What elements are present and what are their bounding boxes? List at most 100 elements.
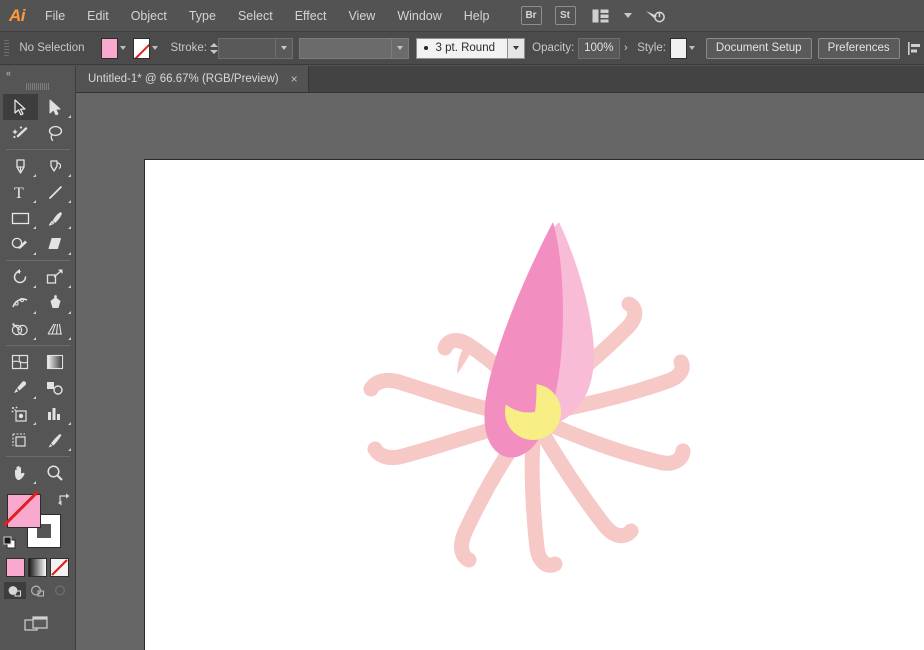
tool-group-corner-icon [68,200,71,203]
document-setup-button[interactable]: Document Setup [706,38,812,59]
paintbrush-tool[interactable] [38,205,73,231]
none-mode-button[interactable] [50,558,69,577]
tool-group-corner-icon [33,422,36,425]
draw-inside-button[interactable] [50,582,72,599]
mesh-tool[interactable] [3,349,38,375]
eyedropper-tool[interactable] [3,375,38,401]
line-segment-tool[interactable] [38,179,73,205]
hand-tool[interactable] [3,460,38,486]
magic-wand-tool[interactable] [3,120,38,146]
shaper-pencil-tool[interactable] [3,231,38,257]
tool-group-corner-icon [68,285,71,288]
document-tab-bar: Untitled-1* @ 66.67% (RGB/Preview) × [76,66,924,93]
close-icon[interactable]: × [289,73,300,85]
scale-tool[interactable] [38,264,73,290]
style-label: Style: [637,42,666,54]
fill-color-swatch[interactable] [7,494,41,528]
type-tool[interactable]: T [3,179,38,205]
column-graph-tool[interactable] [38,401,73,427]
stroke-weight-label: Stroke: [171,42,207,54]
blend-tool[interactable] [38,375,73,401]
swap-fill-stroke-icon[interactable] [57,492,71,506]
tools-panel-grip[interactable] [0,80,75,92]
draw-behind-button[interactable] [27,582,49,599]
stroke-swatch-chevron-icon[interactable] [150,38,160,59]
opacity-input[interactable]: 100% [578,38,620,59]
menu-file[interactable]: File [34,0,76,32]
tool-group-corner-icon [68,226,71,229]
brush-definition-value[interactable]: 3 pt. Round [416,38,508,59]
graphic-style-chevron-icon[interactable] [687,38,697,59]
bridge-button[interactable]: Br [521,6,542,25]
app-logo-icon: Ai [0,0,34,32]
stroke-swatch[interactable] [133,38,150,59]
canvas-area[interactable] [76,93,924,650]
gradient-tool[interactable] [38,349,73,375]
draw-normal-button[interactable] [4,582,26,599]
shape-builder-tool[interactable] [3,316,38,342]
fill-swatch[interactable] [101,38,118,59]
collapse-panel-icon[interactable]: « [0,66,75,80]
perspective-grid-tool[interactable] [38,316,73,342]
rectangle-tool[interactable] [3,205,38,231]
fill-swatch-chevron-icon[interactable] [118,38,128,59]
menubar-right-group: Br St [521,5,667,27]
menu-type[interactable]: Type [178,0,227,32]
stroke-weight-dropdown[interactable] [218,38,293,59]
curvature-tool[interactable] [38,153,73,179]
tool-group-corner-icon [68,174,71,177]
flower-artwork[interactable] [145,160,924,650]
opacity-slider-arrow-icon[interactable]: › [620,38,631,59]
chevron-down-icon[interactable] [392,38,409,59]
graphic-style-swatch[interactable] [670,38,687,59]
symbol-sprayer-tool[interactable] [3,401,38,427]
width-tool[interactable] [3,290,38,316]
direct-selection-tool[interactable] [38,94,73,120]
stock-button[interactable]: St [555,6,576,25]
color-mode-button[interactable] [6,558,25,577]
menu-object[interactable]: Object [120,0,178,32]
artboard-tool[interactable] [3,427,38,453]
control-bar-grip[interactable] [4,36,9,60]
zoom-tool[interactable] [38,460,73,486]
menu-bar: Ai File Edit Object Type Select Effect V… [0,0,924,32]
tool-group-corner-icon [68,115,71,118]
menu-window[interactable]: Window [386,0,452,32]
workspace-switcher-icon[interactable] [643,5,667,27]
tool-group-corner-icon [33,337,36,340]
lasso-tool[interactable] [38,120,73,146]
chevron-down-icon[interactable] [616,5,640,27]
svg-text:T: T [14,185,24,201]
stroke-weight-stepper[interactable] [210,38,218,59]
pen-tool[interactable] [3,153,38,179]
arrange-documents-icon[interactable] [589,5,613,27]
tool-group-corner-icon [68,252,71,255]
menu-help[interactable]: Help [453,0,501,32]
eraser-tool[interactable] [38,231,73,257]
default-fill-stroke-icon[interactable] [3,536,17,550]
rotate-tool[interactable] [3,264,38,290]
slice-tool[interactable] [38,427,73,453]
menu-view[interactable]: View [337,0,386,32]
tool-divider [6,345,70,346]
document-tab[interactable]: Untitled-1* @ 66.67% (RGB/Preview) × [76,66,309,92]
align-panel-icon[interactable] [906,37,924,59]
preferences-button[interactable]: Preferences [818,38,900,59]
screen-mode-button[interactable] [24,615,52,638]
width-profile-dropdown[interactable] [299,38,409,59]
artboard[interactable] [144,159,924,650]
brush-definition-dropdown[interactable]: 3 pt. Round [416,38,525,59]
width-profile-value[interactable] [299,38,392,59]
selection-tool[interactable] [3,94,38,120]
chevron-down-icon[interactable] [276,38,293,59]
brush-dot-icon [424,46,428,50]
menu-effect[interactable]: Effect [284,0,338,32]
menu-edit[interactable]: Edit [76,0,120,32]
tool-divider [6,456,70,457]
stroke-weight-input[interactable] [218,38,276,59]
free-transform-tool[interactable] [38,290,73,316]
gradient-mode-button[interactable] [28,558,47,577]
tool-group-corner-icon [33,200,36,203]
menu-select[interactable]: Select [227,0,284,32]
chevron-down-icon[interactable] [508,38,525,59]
